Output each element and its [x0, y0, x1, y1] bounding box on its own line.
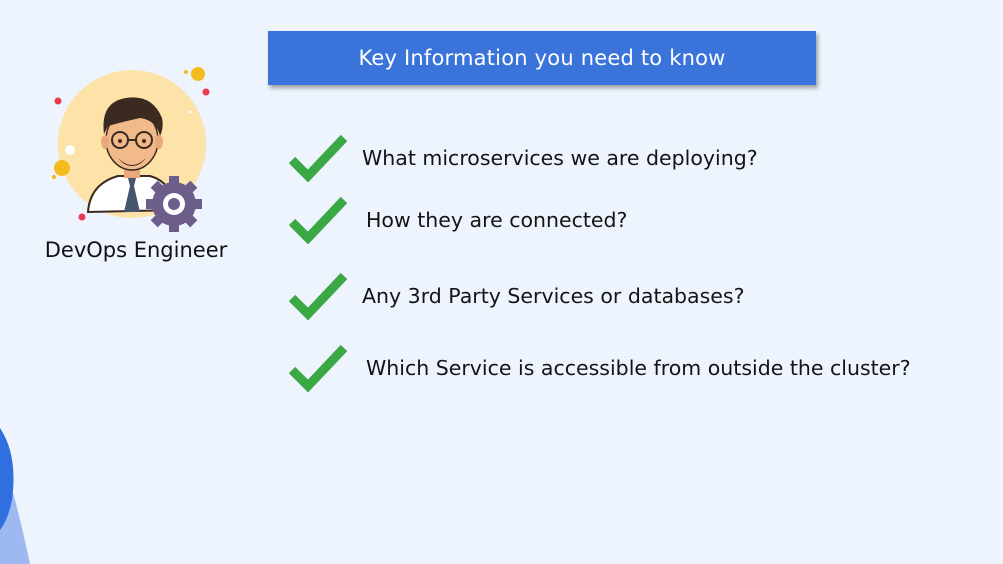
checklist-item: Which Service is accessible from outside…	[288, 344, 911, 392]
decorative-shape	[0, 428, 30, 564]
title-banner: Key Information you need to know	[268, 31, 816, 85]
checklist-item-label: Any 3rd Party Services or databases?	[362, 284, 745, 308]
checkmark-icon	[288, 272, 348, 320]
checklist-item: Any 3rd Party Services or databases?	[288, 272, 744, 320]
devops-engineer-avatar-icon	[52, 67, 210, 232]
checklist-item-label: What microservices we are deploying?	[362, 146, 758, 170]
persona-caption: DevOps Engineer	[44, 238, 228, 262]
title-text: Key Information you need to know	[358, 46, 726, 70]
checkmark-icon	[288, 134, 348, 182]
checklist-item: What microservices we are deploying?	[288, 134, 758, 182]
checkmark-icon	[288, 196, 348, 244]
checklist-item-label: How they are connected?	[366, 208, 628, 232]
checklist-item: How they are connected?	[288, 196, 627, 244]
checklist-item-label: Which Service is accessible from outside…	[366, 356, 911, 380]
checkmark-icon	[288, 344, 348, 392]
